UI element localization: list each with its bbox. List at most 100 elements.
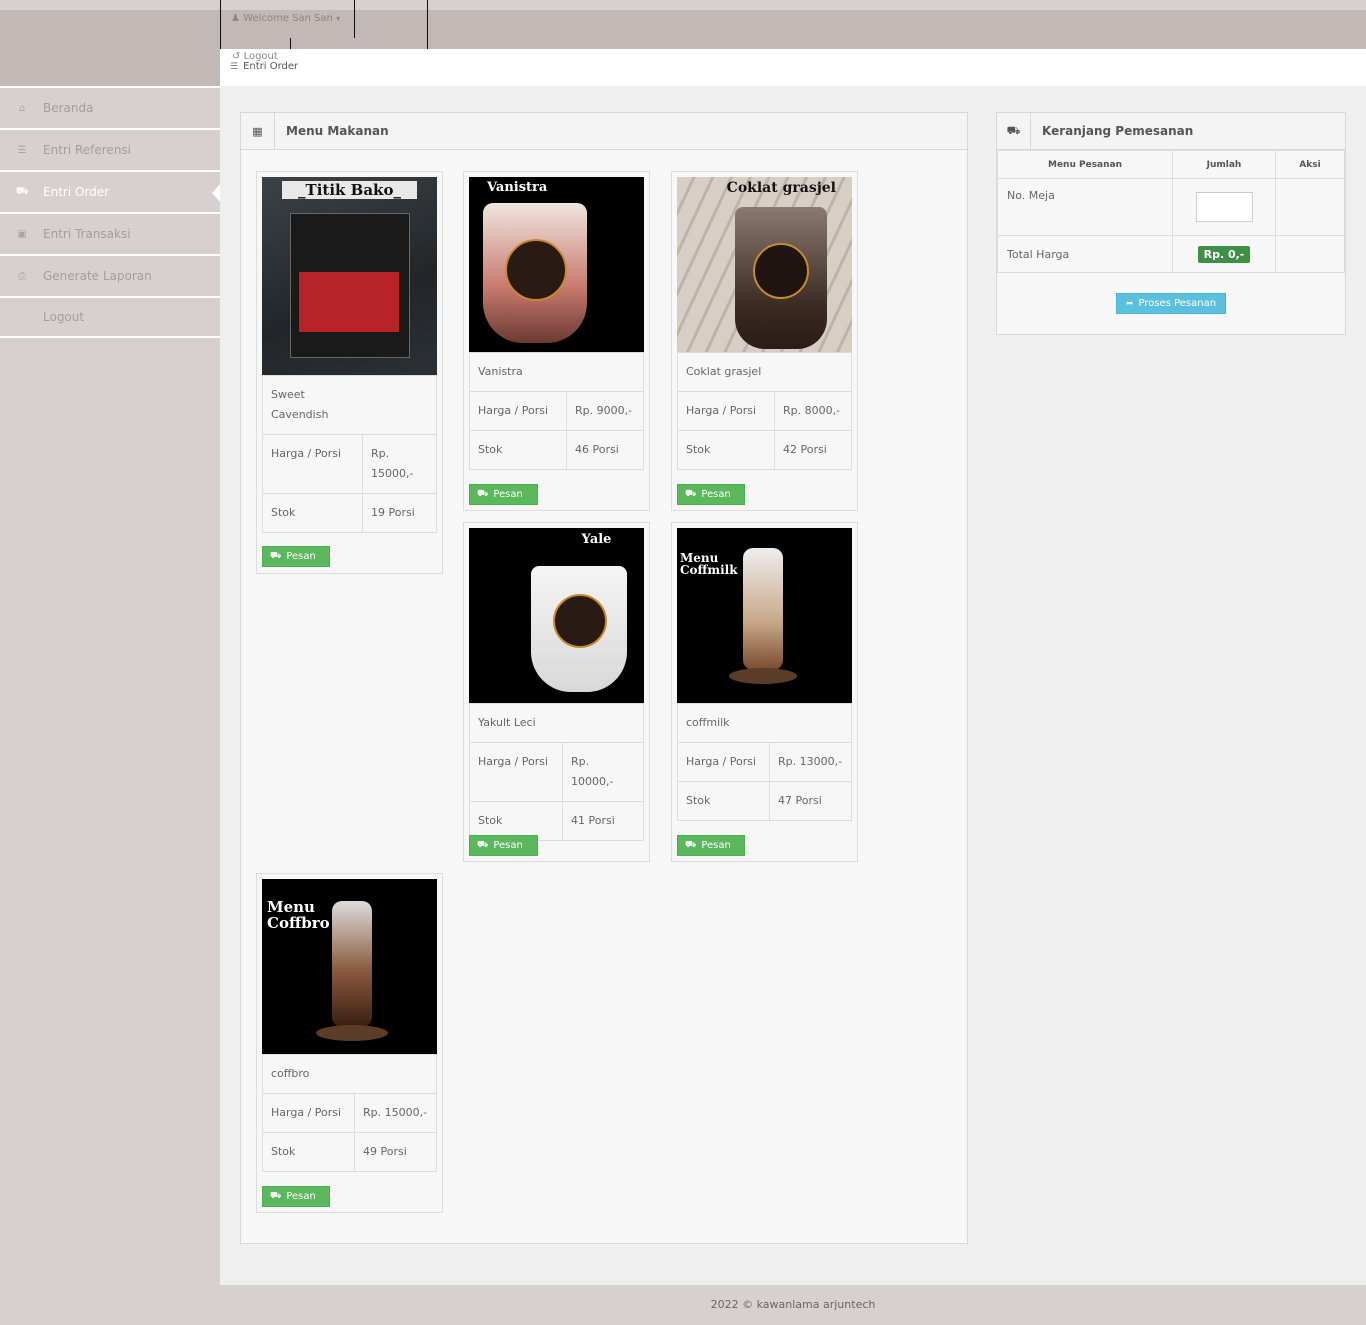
- list-icon: ☰: [230, 62, 239, 72]
- breadcrumb: ☰ Entri Order: [230, 61, 298, 72]
- cart-icon: ⛟: [477, 840, 489, 850]
- order-button-label: Pesan: [286, 1191, 316, 1202]
- menu-name: Vanistra: [469, 352, 644, 392]
- cart-panel-title: Keranjang Pemesanan: [1042, 124, 1194, 138]
- order-button-label: Pesan: [701, 489, 731, 500]
- price-label: Harga / Porsi: [262, 1093, 355, 1133]
- menu-photo: Yale: [469, 528, 644, 703]
- sidebar-item-entri-transaksi[interactable]: ▣ Entri Transaksi: [0, 212, 220, 254]
- menu-price: Rp. 15000,-: [362, 434, 437, 494]
- menu-photo: Coklat grasjel: [677, 177, 852, 352]
- menu-price: Rp. 10000,-: [562, 742, 644, 802]
- menu-name: coffbro: [262, 1054, 437, 1094]
- menu-details: Yakult Leci Harga / Porsi Rp. 10000,- Sto…: [469, 703, 644, 841]
- order-button[interactable]: ⛟ Pesan: [469, 484, 538, 505]
- menu-photo: Vanistra: [469, 177, 644, 352]
- sidebar-item-label: Entri Order: [43, 185, 110, 199]
- sidebar-item-label: Entri Transaksi: [43, 227, 131, 241]
- menu-details: coffbro Harga / Porsi Rp. 15000,- Stok 49 …: [262, 1054, 437, 1172]
- user-menu[interactable]: ♟ Welcome San San ▾: [231, 13, 340, 24]
- sidebar-item-logout[interactable]: Logout: [0, 296, 220, 338]
- order-button[interactable]: ⛟ Pesan: [469, 835, 538, 856]
- price-label: Harga / Porsi: [469, 391, 567, 431]
- cart-icon: ⛟: [997, 112, 1031, 150]
- photo-caption: _Titik Bako_: [282, 181, 417, 199]
- menu-details: Sweet Cavendish Harga / Porsi Rp. 15000,-…: [262, 375, 437, 533]
- menu-name: Yakult Leci: [469, 703, 644, 743]
- menu-stock: 47 Porsi: [769, 781, 852, 821]
- chevron-down-icon: ▾: [336, 14, 341, 23]
- stock-label: Stok: [262, 493, 363, 533]
- menu-card: Vanistra Vanistra Harga / Porsi Rp. 9000,…: [463, 171, 650, 511]
- menu-photo: _Titik Bako_: [262, 177, 437, 375]
- table-number-label: No. Meja: [997, 178, 1173, 236]
- laptop-icon: ▣: [17, 228, 27, 240]
- price-label: Harga / Porsi: [677, 742, 770, 782]
- photo-caption: Vanistra: [487, 180, 548, 195]
- menu-card: Menu Coffmilk coffmilk Harga / Porsi Rp. …: [671, 522, 858, 862]
- sidebar: ⌂ Beranda ☰ Entri Referensi ⛟ Entri Order ▣…: [0, 86, 220, 338]
- order-button-label: Pesan: [493, 489, 523, 500]
- cart-icon: ⛟: [270, 1191, 282, 1201]
- price-label: Harga / Porsi: [262, 434, 363, 494]
- process-order-button[interactable]: ➦ Proses Pesanan: [1116, 293, 1226, 314]
- menu-price: Rp. 13000,-: [769, 742, 852, 782]
- menu-stock: 49 Porsi: [354, 1132, 437, 1172]
- menu-card: Coklat grasjel Coklat grasjel Harga / Po…: [671, 171, 858, 511]
- table-number-input[interactable]: [1195, 192, 1253, 222]
- menu-details: coffmilk Harga / Porsi Rp. 13000,- Stok 47…: [677, 703, 852, 821]
- grid-icon: ▦: [241, 112, 275, 150]
- order-button[interactable]: ⛟ Pesan: [262, 1186, 330, 1207]
- cart-icon: ⛟: [685, 489, 697, 499]
- order-button-label: Pesan: [701, 840, 731, 851]
- stock-label: Stok: [262, 1132, 355, 1172]
- menu-panel-header: ▦ Menu Makanan: [241, 112, 967, 150]
- menu-photo: Menu Coffbro: [262, 879, 437, 1054]
- photo-caption: Menu Coffmilk: [680, 551, 738, 577]
- sidebar-item-entri-referensi[interactable]: ☰ Entri Referensi: [0, 128, 220, 170]
- sidebar-item-beranda[interactable]: ⌂ Beranda: [0, 86, 220, 128]
- process-order-label: Proses Pesanan: [1138, 298, 1217, 309]
- order-button[interactable]: ⛟ Pesan: [677, 835, 745, 856]
- breadcrumb-bar: [220, 49, 1366, 86]
- order-button[interactable]: ⛟ Pesan: [677, 484, 745, 505]
- order-button[interactable]: ⛟ Pesan: [262, 546, 330, 567]
- sidebar-item-label: Logout: [43, 310, 85, 324]
- divider-line: [354, 0, 355, 38]
- stock-label: Stok: [677, 430, 775, 470]
- total-badge: Rp. 0,-: [1197, 245, 1251, 263]
- price-label: Harga / Porsi: [677, 391, 775, 431]
- home-icon: ⌂: [18, 102, 26, 114]
- sidebar-item-generate-laporan[interactable]: ⎙ Generate Laporan: [0, 254, 220, 296]
- print-icon: ⎙: [18, 270, 26, 282]
- menu-panel: ▦ Menu Makanan _Titik Bako_ Sweet Cavend…: [240, 112, 968, 1244]
- sidebar-item-label: Generate Laporan: [43, 269, 152, 283]
- menu-stock: 42 Porsi: [774, 430, 852, 470]
- top-strip: [0, 0, 1366, 10]
- menu-card: Menu Coffbro coffbro Harga / Porsi Rp. 15…: [256, 873, 443, 1213]
- table-number-cell: [1172, 178, 1276, 236]
- stock-label: Stok: [677, 781, 770, 821]
- cart-table: Menu Pesanan Jumlah Aksi No. Meja Total …: [997, 150, 1345, 273]
- cart-icon: ⛟: [270, 551, 282, 561]
- menu-panel-title: Menu Makanan: [286, 124, 389, 138]
- menu-details: Vanistra Harga / Porsi Rp. 9000,- Stok 46 …: [469, 352, 644, 470]
- sidebar-item-label: Entri Referensi: [43, 143, 132, 157]
- column-header: Menu Pesanan: [997, 150, 1173, 179]
- menu-stock: 19 Porsi: [362, 493, 437, 533]
- price-label: Harga / Porsi: [469, 742, 563, 802]
- order-button-label: Pesan: [493, 840, 523, 851]
- cart-icon: ⛟: [16, 185, 29, 197]
- sidebar-item-entri-order[interactable]: ⛟ Entri Order: [0, 170, 220, 212]
- menu-details: Coklat grasjel Harga / Porsi Rp. 8000,- S…: [677, 352, 852, 470]
- main-content: ▦ Menu Makanan _Titik Bako_ Sweet Cavend…: [220, 86, 1366, 1285]
- share-icon: ➦: [1125, 298, 1134, 309]
- breadcrumb-label: Entri Order: [243, 61, 299, 72]
- menu-card: _Titik Bako_ Sweet Cavendish Harga / Por…: [256, 171, 443, 574]
- menu-price: Rp. 15000,-: [354, 1093, 437, 1133]
- photo-caption: Yale: [581, 532, 612, 547]
- menu-price: Rp. 8000,-: [774, 391, 852, 431]
- menu-stock: 46 Porsi: [566, 430, 644, 470]
- sidebar-item-label: Beranda: [43, 101, 94, 115]
- photo-caption: Coklat grasjel: [726, 180, 836, 196]
